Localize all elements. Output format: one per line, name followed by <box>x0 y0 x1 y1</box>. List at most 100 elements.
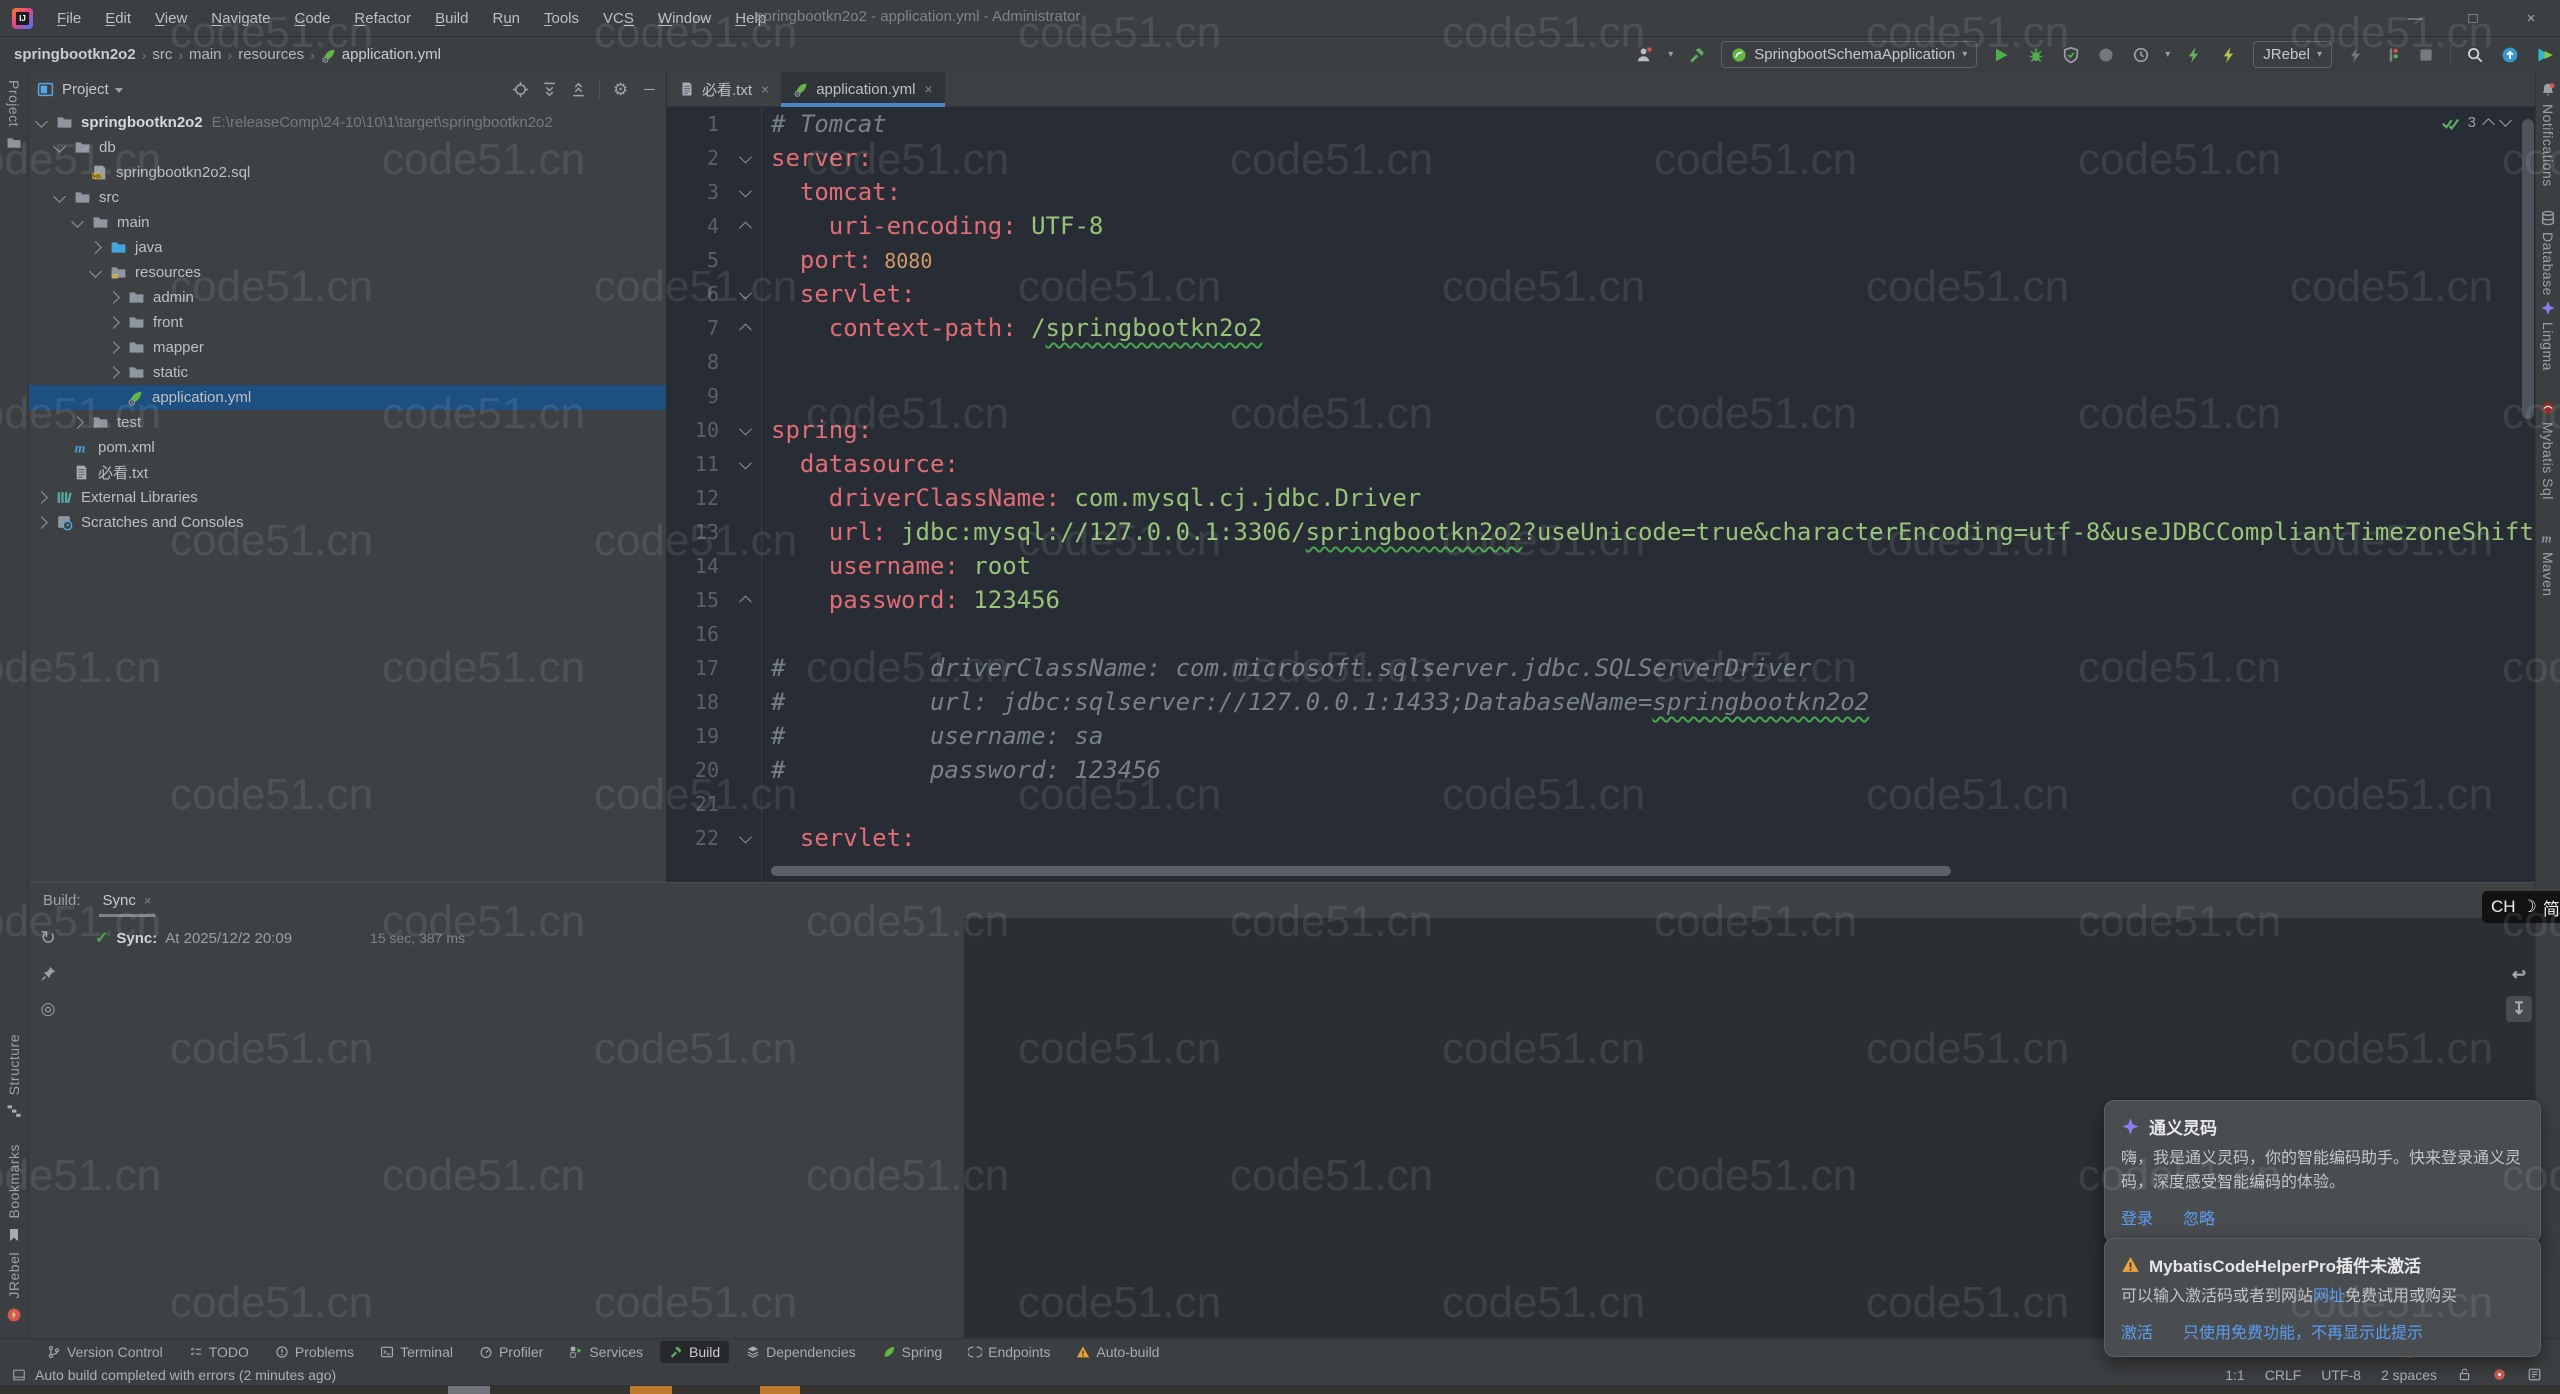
code-line[interactable]: 3 tomcat: <box>667 175 2536 209</box>
editor-vertical-scrollbar[interactable] <box>2522 119 2534 419</box>
rerun-clock-icon[interactable] <box>2130 44 2152 66</box>
chevron-down-icon[interactable]: ▾ <box>1668 49 1673 60</box>
toolwindow-button-endpoints[interactable]: Endpoints <box>959 1341 1059 1363</box>
chevron-down-icon[interactable] <box>35 114 48 128</box>
code-line[interactable]: 11 datasource: <box>667 447 2536 481</box>
inspection-widget[interactable]: 3 <box>2441 113 2512 132</box>
menu-edit[interactable]: Edit <box>95 7 141 30</box>
menu-vcs[interactable]: VCS <box>593 7 644 30</box>
debug-icon[interactable] <box>2025 44 2047 66</box>
jrebel-select[interactable]: JRebel ▾ <box>2253 41 2332 68</box>
notification-link[interactable]: 网址 <box>2313 1288 2345 1305</box>
toolwindow-button-problems[interactable]: Problems <box>266 1341 363 1363</box>
fold-marker-icon[interactable] <box>729 422 761 435</box>
code-line[interactable]: 2 server: <box>667 141 2536 175</box>
sidebar-item-mybatis-sql[interactable]: Mybatis Sql <box>2536 400 2560 500</box>
toolwindow-button-build[interactable]: Build <box>660 1340 730 1363</box>
filter-icon[interactable]: ◎ <box>40 1000 57 1017</box>
breadcrumb-item[interactable]: application.yml <box>321 46 441 63</box>
stop-icon[interactable] <box>2415 44 2437 66</box>
chevron-down-icon[interactable]: ▾ <box>2165 49 2170 60</box>
editor-horizontal-scrollbar[interactable] <box>771 866 1951 876</box>
notification-action[interactable]: 只使用免费功能，不再显示此提示 <box>2183 1319 2423 1343</box>
fold-marker-icon[interactable] <box>729 595 761 608</box>
coverage-icon[interactable] <box>2060 44 2082 66</box>
code-line[interactable]: 12 driverClassName: com.mysql.cj.jdbc.Dr… <box>667 481 2536 515</box>
minimize-button[interactable]: — <box>2386 0 2444 36</box>
chevron-down-icon[interactable] <box>114 87 123 93</box>
breadcrumb-item[interactable]: src <box>152 46 172 63</box>
chevron-right-icon[interactable] <box>107 341 120 354</box>
fold-marker-icon[interactable] <box>729 323 761 336</box>
menu-file[interactable]: File <box>47 7 91 30</box>
tree-item-springbootkn2o2[interactable]: springbootkn2o2 E:\releaseComp\24-10\10\1… <box>29 110 666 135</box>
notification-action[interactable]: 激活 <box>2121 1319 2153 1343</box>
chevron-right-icon[interactable] <box>35 491 48 504</box>
tree-item-front[interactable]: front <box>29 310 666 335</box>
code-line[interactable]: 9 <box>667 379 2536 413</box>
status-file-encoding[interactable]: UTF-8 <box>2321 1367 2361 1383</box>
menu-tools[interactable]: Tools <box>534 7 589 30</box>
breadcrumb-item[interactable]: springbootkn2o2 <box>14 46 136 63</box>
update-icon[interactable] <box>2499 44 2521 66</box>
code-line[interactable]: 8 <box>667 345 2536 379</box>
bolt-yellow-icon[interactable] <box>2218 44 2240 66</box>
run-configuration-select[interactable]: SpringbootSchemaApplication ▾ <box>1721 41 1978 68</box>
chevron-right-icon[interactable] <box>107 316 120 329</box>
toolwindow-button-auto-build[interactable]: Auto-build <box>1067 1341 1168 1363</box>
fold-marker-icon[interactable] <box>729 830 761 843</box>
mode-icon[interactable] <box>2527 1367 2542 1382</box>
tool-window-toggle-icon[interactable] <box>12 1368 26 1382</box>
tree-item-application.yml[interactable]: application.yml <box>29 385 666 410</box>
profiler-off-icon[interactable] <box>2095 44 2117 66</box>
code-editor[interactable]: 1 # Tomcat 2 server: 3 tomcat: 4 uri-encoding… <box>667 107 2536 882</box>
maximize-button[interactable]: □ <box>2444 0 2502 36</box>
fold-marker-icon[interactable] <box>729 221 761 234</box>
chevron-down-icon[interactable] <box>53 139 66 153</box>
toolwindow-button-version-control[interactable]: Version Control <box>38 1341 172 1363</box>
lock-icon[interactable] <box>2457 1367 2472 1382</box>
chevron-down-icon[interactable] <box>53 189 66 203</box>
editor-tab-application.yml[interactable]: application.yml × <box>781 72 946 107</box>
code-line[interactable]: 1 # Tomcat <box>667 107 2536 141</box>
status-line-separator[interactable]: CRLF <box>2265 1367 2302 1383</box>
tree-item-java[interactable]: java <box>29 235 666 260</box>
tree-item-db[interactable]: db <box>29 135 666 160</box>
gear-icon[interactable]: ⚙ <box>612 81 629 98</box>
chevron-right-icon[interactable] <box>71 416 84 429</box>
status-message-wrap[interactable]: Auto build completed with errors (2 minu… <box>0 1367 336 1383</box>
code-line[interactable]: 17 # driverClassName: com.microsoft.sqlse… <box>667 651 2536 685</box>
menu-build[interactable]: Build <box>425 7 478 30</box>
code-line[interactable]: 7 context-path: /springbootkn2o2 <box>667 311 2536 345</box>
code-line[interactable]: 14 username: root <box>667 549 2536 583</box>
pin-icon[interactable] <box>40 965 57 982</box>
code-line[interactable]: 16 <box>667 617 2536 651</box>
sidebar-item-structure[interactable]: Structure <box>0 1034 28 1119</box>
menu-navigate[interactable]: Navigate <box>201 7 280 30</box>
code-line[interactable]: 22 servlet: <box>667 821 2536 855</box>
sidebar-item-project[interactable]: Project <box>6 80 22 127</box>
fold-marker-icon[interactable] <box>729 286 761 299</box>
project-panel-title[interactable]: Project <box>62 81 109 98</box>
sidebar-item-database[interactable]: Database <box>2536 210 2560 296</box>
tree-item-main[interactable]: main <box>29 210 666 235</box>
code-line[interactable]: 10 spring: <box>667 413 2536 447</box>
menu-view[interactable]: View <box>145 7 197 30</box>
toolwindow-button-profiler[interactable]: Profiler <box>470 1341 552 1363</box>
status-indent-style[interactable]: 2 spaces <box>2381 1367 2437 1383</box>
notification-action[interactable]: 登录 <box>2121 1205 2153 1229</box>
breadcrumb-item[interactable]: resources <box>238 46 304 63</box>
fold-marker-icon[interactable] <box>729 184 761 197</box>
toolwindow-button-todo[interactable]: TODO <box>180 1341 258 1363</box>
sidebar-item-notifications[interactable]: Notifications <box>2536 82 2560 187</box>
code-line[interactable]: 4 uri-encoding: UTF-8 <box>667 209 2536 243</box>
sidebar-item-bookmarks[interactable]: Bookmarks <box>0 1144 28 1243</box>
close-button[interactable]: × <box>2502 0 2560 36</box>
code-line[interactable]: 13 url: jdbc:mysql://127.0.0.1:3306/spri… <box>667 515 2536 549</box>
fold-marker-icon[interactable] <box>729 456 761 469</box>
code-line[interactable]: 21 <box>667 787 2536 821</box>
prev-problem-icon[interactable] <box>2482 118 2495 131</box>
traffic-icon[interactable] <box>2380 44 2402 66</box>
menu-run[interactable]: Run <box>482 7 530 30</box>
soft-wrap-icon[interactable]: ↩ <box>2506 962 2532 988</box>
